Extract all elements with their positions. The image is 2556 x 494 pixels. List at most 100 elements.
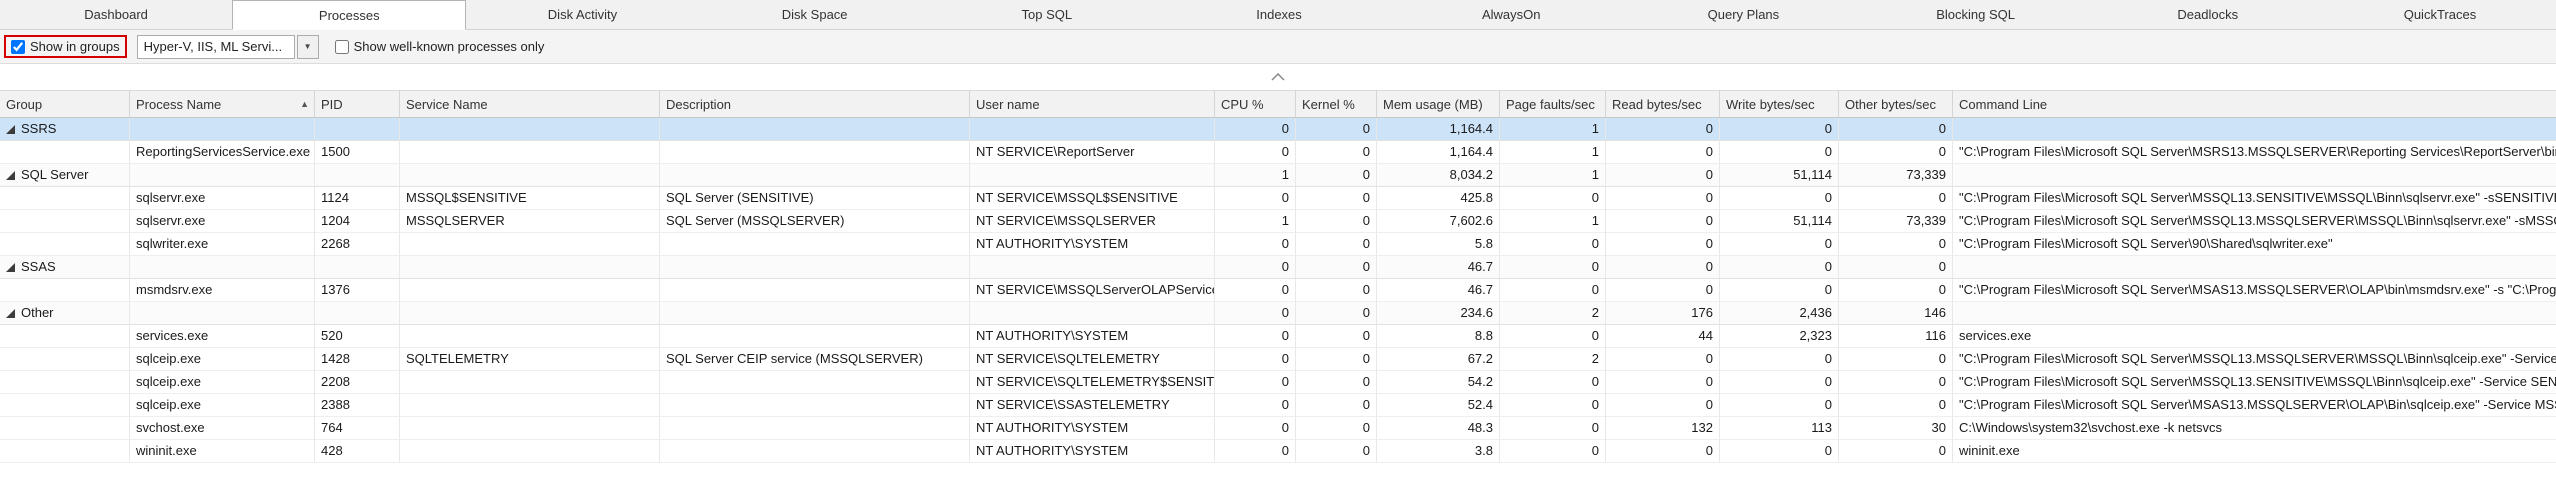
group-expander-icon[interactable] <box>6 171 15 180</box>
cell-cpu: 0 <box>1215 371 1296 394</box>
column-header-process-name[interactable]: Process Name ▲ <box>130 91 315 117</box>
cell-mem: 67.2 <box>1377 348 1500 371</box>
column-header-page-faults[interactable]: Page faults/sec <box>1500 91 1606 117</box>
cell-process-name: ReportingServicesService.exe <box>130 141 315 164</box>
group-expander-icon[interactable] <box>6 309 15 318</box>
column-header-mem-usage[interactable]: Mem usage (MB) <box>1377 91 1500 117</box>
cell-command-line: C:\Windows\system32\svchost.exe -k netsv… <box>1953 417 2556 440</box>
cell-page-faults: 1 <box>1500 164 1606 187</box>
show-well-known-label: Show well-known processes only <box>353 39 545 54</box>
cell-cpu: 0 <box>1215 302 1296 325</box>
column-header-user-name[interactable]: User name <box>970 91 1215 117</box>
cell-cpu: 0 <box>1215 348 1296 371</box>
cell-page-faults: 1 <box>1500 118 1606 141</box>
group-row-sql-server[interactable]: SQL Server 1 0 8,034.2 1 0 51,114 73,339 <box>0 164 2556 187</box>
cell-kernel: 0 <box>1296 440 1377 463</box>
column-header-command-line[interactable]: Command Line <box>1953 91 2556 117</box>
cell-mem: 46.7 <box>1377 279 1500 302</box>
column-header-label: Process Name <box>136 97 222 112</box>
collapse-panel-button[interactable] <box>1261 69 1295 85</box>
cell-other: 0 <box>1839 279 1953 302</box>
group-expander-icon[interactable] <box>6 263 15 272</box>
cell-pid: 2208 <box>315 371 400 394</box>
cell-description <box>660 164 970 187</box>
cell-description: SQL Server (MSSQLSERVER) <box>660 210 970 233</box>
column-header-description[interactable]: Description <box>660 91 970 117</box>
cell-description <box>660 233 970 256</box>
tab-blocking-sql[interactable]: Blocking SQL <box>1860 0 2092 29</box>
tab-query-plans[interactable]: Query Plans <box>1627 0 1859 29</box>
cell-group <box>0 233 130 256</box>
group-row-ssrs[interactable]: SSRS 0 0 1,164.4 1 0 0 0 <box>0 118 2556 141</box>
column-header-group[interactable]: Group <box>0 91 130 117</box>
cell-pid: 428 <box>315 440 400 463</box>
cell-service-name <box>400 417 660 440</box>
process-row[interactable]: sqlceip.exe 2208 NT SERVICE\SQLTELEMETRY$S… <box>0 371 2556 394</box>
process-row[interactable]: msmdsrv.exe 1376 NT SERVICE\MSSQLServerOLA… <box>0 279 2556 302</box>
show-in-groups-option[interactable]: Show in groups <box>4 35 127 58</box>
column-header-write-bytes[interactable]: Write bytes/sec <box>1720 91 1839 117</box>
cell-cpu: 0 <box>1215 417 1296 440</box>
column-header-kernel[interactable]: Kernel % <box>1296 91 1377 117</box>
cell-mem: 1,164.4 <box>1377 118 1500 141</box>
cell-group: SQL Server <box>0 164 130 187</box>
column-header-service-name[interactable]: Service Name <box>400 91 660 117</box>
cell-kernel: 0 <box>1296 279 1377 302</box>
tab-indexes[interactable]: Indexes <box>1163 0 1395 29</box>
group-row-other[interactable]: Other 0 0 234.6 2 176 2,436 146 <box>0 302 2556 325</box>
process-row[interactable]: svchost.exe 764 NT AUTHORITY\SYSTEM 0 0 48.3 0… <box>0 417 2556 440</box>
tab-quicktraces[interactable]: QuickTraces <box>2324 0 2556 29</box>
cell-write: 51,114 <box>1720 164 1839 187</box>
process-types-dropdown[interactable]: Hyper-V, IIS, ML Servi... ▼ <box>136 34 319 59</box>
cell-write: 0 <box>1720 187 1839 210</box>
cell-user-name <box>970 164 1215 187</box>
tab-disk-activity[interactable]: Disk Activity <box>466 0 698 29</box>
cell-command-line: "C:\Program Files\Microsoft SQL Server\M… <box>1953 279 2556 302</box>
column-header-cpu[interactable]: CPU % <box>1215 91 1296 117</box>
tab-alwayson[interactable]: AlwaysOn <box>1395 0 1627 29</box>
show-well-known-checkbox[interactable] <box>334 39 349 54</box>
cell-kernel: 0 <box>1296 302 1377 325</box>
dropdown-arrow-button[interactable]: ▼ <box>296 34 319 59</box>
cell-pid: 1500 <box>315 141 400 164</box>
cell-other: 73,339 <box>1839 210 1953 233</box>
show-well-known-option[interactable]: Show well-known processes only <box>329 36 551 57</box>
cell-kernel: 0 <box>1296 164 1377 187</box>
tab-dashboard[interactable]: Dashboard <box>0 0 232 29</box>
cell-user-name <box>970 256 1215 279</box>
show-in-groups-checkbox[interactable] <box>11 39 25 54</box>
process-row[interactable]: sqlceip.exe 2388 NT SERVICE\SSASTELEMETRY 0… <box>0 394 2556 417</box>
grid-body: SSRS 0 0 1,164.4 1 0 0 0 ReportingServicesServic… <box>0 118 2556 463</box>
process-row[interactable]: sqlservr.exe 1204 MSSQLSERVER SQL Server (M… <box>0 210 2556 233</box>
tab-disk-space[interactable]: Disk Space <box>699 0 931 29</box>
tab-processes[interactable]: Processes <box>232 0 467 30</box>
column-header-read-bytes[interactable]: Read bytes/sec <box>1606 91 1720 117</box>
group-row-ssas[interactable]: SSAS 0 0 46.7 0 0 0 0 <box>0 256 2556 279</box>
cell-user-name: NT AUTHORITY\SYSTEM <box>970 233 1215 256</box>
process-row[interactable]: wininit.exe 428 NT AUTHORITY\SYSTEM 0 0 3.8 0 0… <box>0 440 2556 463</box>
tab-deadlocks[interactable]: Deadlocks <box>2092 0 2324 29</box>
column-header-pid[interactable]: PID <box>315 91 400 117</box>
column-header-other-bytes[interactable]: Other bytes/sec <box>1839 91 1953 117</box>
cell-service-name <box>400 141 660 164</box>
process-types-dropdown-value[interactable]: Hyper-V, IIS, ML Servi... <box>136 34 295 59</box>
chevron-up-icon <box>1271 73 1285 81</box>
cell-write: 0 <box>1720 118 1839 141</box>
process-row[interactable]: sqlceip.exe 1428 SQLTELEMETRY SQL Server CE… <box>0 348 2556 371</box>
cell-description <box>660 302 970 325</box>
cell-service-name <box>400 118 660 141</box>
show-in-groups-label: Show in groups <box>30 39 120 54</box>
process-row[interactable]: ReportingServicesService.exe 1500 NT SERVI… <box>0 141 2556 164</box>
group-expander-icon[interactable] <box>6 125 15 134</box>
cell-cpu: 0 <box>1215 233 1296 256</box>
process-row[interactable]: sqlwriter.exe 2268 NT AUTHORITY\SYSTEM 0 0 5.… <box>0 233 2556 256</box>
tab-top-sql[interactable]: Top SQL <box>931 0 1163 29</box>
cell-read: 0 <box>1606 256 1720 279</box>
process-row[interactable]: sqlservr.exe 1124 MSSQL$SENSITIVE SQL Serve… <box>0 187 2556 210</box>
cell-write: 2,323 <box>1720 325 1839 348</box>
cell-group <box>0 141 130 164</box>
cell-other: 0 <box>1839 348 1953 371</box>
process-row[interactable]: services.exe 520 NT AUTHORITY\SYSTEM 0 0 8.8 0… <box>0 325 2556 348</box>
cell-other: 146 <box>1839 302 1953 325</box>
cell-command-line: services.exe <box>1953 325 2556 348</box>
